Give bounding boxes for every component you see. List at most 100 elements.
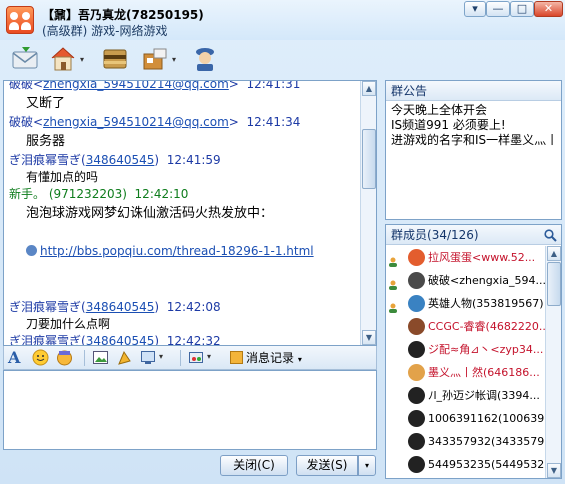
group-announcement: 群公告 今天晚上全体开会 IS频道991 必须要上! 进游戏的名字和IS一样墨义… (385, 80, 562, 220)
window-menu-button[interactable]: ▾ (464, 1, 486, 17)
maximize-button[interactable]: □ (510, 1, 534, 17)
member-name: CCGC-睿睿(4682220... (428, 320, 546, 333)
message-time: 12:42:10 (134, 187, 189, 201)
message-sender-qq[interactable]: 348640545 (86, 300, 155, 314)
member-avatar (408, 318, 425, 335)
home-dropdown-icon[interactable]: ▾ (80, 56, 88, 64)
manage-icon[interactable] (190, 44, 220, 74)
chat-scroll-thumb[interactable] (362, 129, 376, 189)
message-sender-qq[interactable]: 971232203 (54, 187, 123, 201)
screen-capture-icon[interactable] (140, 349, 157, 366)
member-item[interactable]: ジ配≈角⊿丶<zyp34... (386, 338, 546, 361)
member-name: 拉风蛋蛋<www.52... (428, 251, 536, 264)
format-toolbar: A ▾ ▾ 消息记录 ▾ (3, 346, 377, 370)
share-icon[interactable] (100, 44, 130, 74)
chat-history[interactable]: 破破<zhengxia_594510214@qq.com> 12:41:31 又… (3, 80, 377, 346)
message-sender-qq[interactable]: 348640545 (86, 153, 155, 167)
message-time: 12:41:31 (246, 80, 301, 91)
main-toolbar: ▾ ▾ (0, 40, 565, 78)
member-name: 英雄人物(353819567) (428, 297, 544, 310)
send-options-icon[interactable]: ▾ (358, 455, 376, 476)
close-button[interactable]: 关闭(C) (220, 455, 288, 476)
message-history-button[interactable]: 消息记录 ▾ (230, 349, 302, 367)
window-subtitle: (高级群) 游戏-网络游戏 (42, 24, 168, 38)
chat-scrollbar[interactable]: ▲ ▼ (360, 81, 376, 345)
member-avatar (408, 433, 425, 450)
magic-emoticon-icon[interactable] (56, 349, 73, 366)
member-avatar (408, 341, 425, 358)
send-button[interactable]: 发送(S) (296, 455, 358, 476)
message-text: 有懂加点的吗 (26, 170, 99, 184)
apps-icon[interactable] (140, 44, 170, 74)
image-icon[interactable] (92, 349, 109, 366)
minimize-button[interactable]: — (486, 1, 510, 17)
scroll-up-icon[interactable]: ▲ (362, 81, 376, 96)
member-avatar (408, 364, 425, 381)
message-sender-email[interactable]: zhengxia_594510214@qq.com (43, 115, 229, 129)
message-header: ぎ泪痕幂雪ぎ(348640545) 12:42:08 (9, 300, 221, 314)
message-link-row: http://bbs.popqiu.com/thread-18296-1-1.h… (26, 244, 314, 258)
announcement-line: 今天晚上全体开会 (391, 103, 488, 117)
members-header: 群成员(34/126) (386, 225, 561, 245)
member-name: ﾉl_孙迈ジ帐调(3394... (428, 389, 540, 402)
member-item[interactable]: 1006391162(100639... (386, 407, 546, 430)
member-name: 破破<zhengxia_594... (428, 274, 546, 287)
message-text: 又断了 (26, 96, 66, 111)
members-scroll-thumb[interactable] (547, 262, 561, 306)
message-text: 泡泡球游戏网梦幻诛仙激活码火热发放中： (26, 206, 274, 221)
message-time: 12:41:59 (166, 153, 221, 167)
emoticon-icon[interactable] (32, 349, 49, 366)
member-item[interactable]: 墨义灬丨然(646186... (386, 361, 546, 384)
announcement-title: 群公告 (386, 81, 561, 101)
message-sender-email[interactable]: zhengxia_594510214@qq.com (43, 81, 229, 91)
member-avatar (408, 249, 425, 266)
close-window-button[interactable]: ✕ (534, 1, 563, 17)
announcement-line: 进游戏的名字和IS一样墨义灬丨 (391, 133, 559, 147)
message-link[interactable]: http://bbs.popqiu.com/thread-18296-1-1.h… (40, 244, 314, 258)
members-scrollbar[interactable]: ▲ ▼ (545, 246, 561, 478)
member-item[interactable]: 343357932(3433579... (386, 430, 546, 453)
members-count: (34/126) (427, 228, 479, 242)
message-time: 12:42:08 (166, 300, 221, 314)
member-item[interactable]: ﾉl_孙迈ジ帐调(3394... (386, 384, 546, 407)
history-dropdown-icon: ▾ (297, 355, 302, 364)
member-avatar (408, 410, 425, 427)
history-icon (230, 351, 243, 364)
music-icon[interactable] (188, 349, 205, 366)
message-sender-qq[interactable]: 348640545 (86, 334, 155, 345)
home-icon[interactable] (48, 44, 78, 74)
member-avatar (408, 272, 425, 289)
music-dropdown-icon[interactable]: ▾ (207, 352, 211, 361)
scroll-up-icon[interactable]: ▲ (547, 246, 561, 261)
email-icon[interactable] (10, 44, 40, 74)
admin-icon (388, 298, 398, 313)
message-input[interactable] (3, 370, 377, 450)
member-item[interactable]: CCGC-睿睿(4682220... (386, 315, 546, 338)
message-header: 破破<zhengxia_594510214@qq.com> 12:41:34 (9, 115, 301, 129)
member-avatar (408, 387, 425, 404)
scroll-down-icon[interactable]: ▼ (547, 463, 561, 478)
member-item[interactable]: 544953235(5449532... (386, 453, 546, 476)
scroll-down-icon[interactable]: ▼ (362, 330, 376, 345)
member-item[interactable]: 英雄人物(353819567) (386, 292, 546, 315)
message-header: ぎ泪痕幂雪ぎ(348640545) 12:42:32 (9, 334, 221, 346)
member-item[interactable]: 破破<zhengxia_594... (386, 269, 546, 292)
message-text: 服务器 (26, 134, 66, 149)
group-members-panel: 群成员(34/126) 拉风蛋蛋<www.52... 破破<zhengxia_59… (385, 224, 562, 479)
member-item[interactable]: 拉风蛋蛋<www.52... (386, 246, 546, 269)
member-avatar (408, 456, 425, 473)
message-sender: 新手。 (9, 187, 46, 201)
capture-dropdown-icon[interactable]: ▾ (159, 352, 163, 361)
history-label: 消息记录 (246, 351, 295, 365)
font-icon[interactable]: A (8, 349, 25, 366)
apps-dropdown-icon[interactable]: ▾ (172, 56, 180, 64)
separator (84, 350, 85, 366)
member-name: 1006391162(100639... (428, 412, 546, 425)
member-avatar (408, 295, 425, 312)
window-title: 【鼐】吾乃真龙(78250195) (42, 8, 204, 22)
search-icon[interactable] (544, 228, 557, 242)
message-time: 12:42:32 (166, 334, 221, 346)
screenshot-icon[interactable] (116, 349, 133, 366)
message-sender: 破破 (9, 115, 34, 129)
message-header: 新手。 (971232203) 12:42:10 (9, 187, 189, 201)
